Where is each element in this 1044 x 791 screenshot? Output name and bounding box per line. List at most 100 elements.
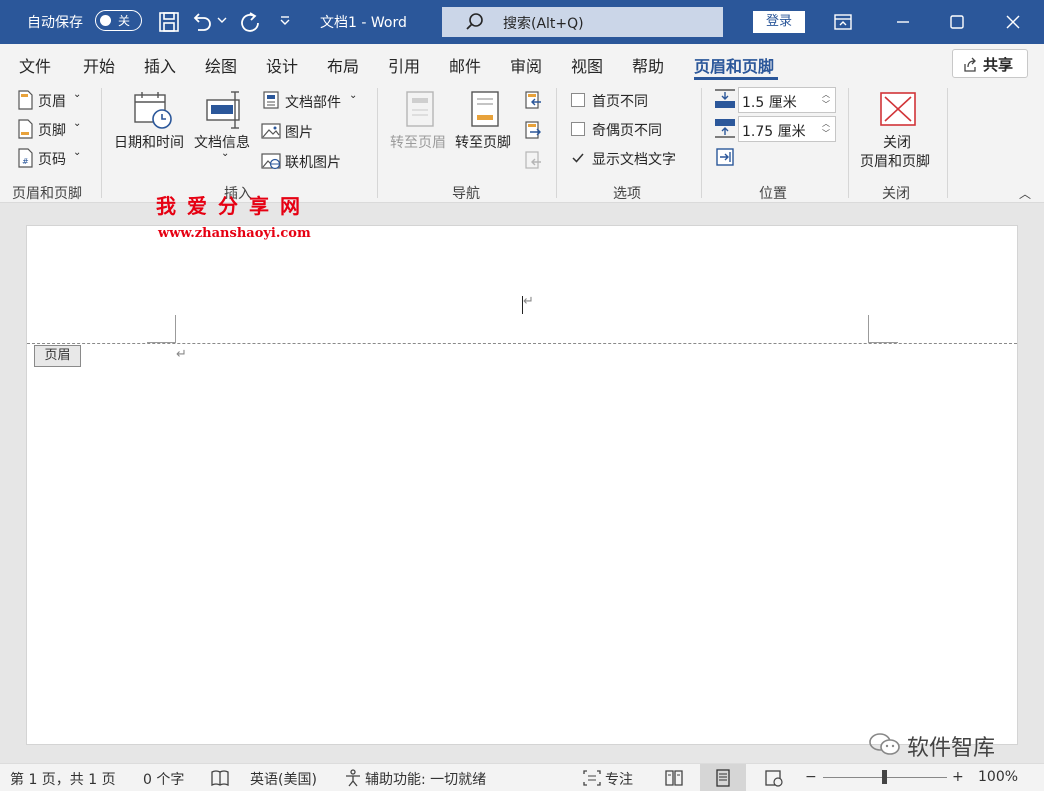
- autosave-toggle[interactable]: 关: [95, 10, 142, 31]
- tab-view[interactable]: 视图: [571, 53, 603, 77]
- tab-references[interactable]: 引用: [388, 53, 420, 77]
- tab-mailings[interactable]: 邮件: [449, 53, 481, 77]
- tab-design[interactable]: 设计: [266, 53, 298, 77]
- show-doc-text-label: 显示文档文字: [592, 152, 676, 168]
- share-button[interactable]: 共享: [952, 49, 1028, 78]
- group-label-close: 关闭: [882, 186, 910, 202]
- undo-dropdown-icon[interactable]: [216, 14, 228, 26]
- web-layout-icon[interactable]: [764, 769, 784, 787]
- header-position-input[interactable]: 1.5 厘米 ︿ ﹀: [738, 87, 836, 113]
- first-page-checkbox[interactable]: [571, 93, 585, 107]
- ribbon-display-icon[interactable]: [833, 12, 853, 32]
- online-picture-icon: [261, 153, 281, 170]
- calendar-clock-icon: [134, 92, 172, 129]
- zoom-out-button[interactable]: −: [805, 769, 817, 785]
- accessibility-status[interactable]: 辅助功能: 一切就绪: [365, 769, 486, 789]
- share-icon: [964, 57, 976, 72]
- group-label-position: 位置: [759, 186, 787, 202]
- zoom-level[interactable]: 100%: [978, 769, 1018, 785]
- login-button[interactable]: 登录: [753, 11, 805, 33]
- margin-corner-mark: [868, 315, 869, 343]
- maximize-icon[interactable]: [947, 12, 967, 32]
- footer-position-value: 1.75 厘米: [742, 124, 806, 140]
- undo-icon[interactable]: [190, 10, 214, 34]
- tab-review[interactable]: 审阅: [510, 53, 542, 77]
- paragraph-mark: ↵: [176, 347, 187, 362]
- watermark-title: 我爱分享网: [156, 194, 311, 218]
- header-icon: [18, 90, 33, 110]
- footer-label: 页脚: [38, 123, 66, 139]
- page-number-icon: #: [18, 148, 33, 168]
- check-icon[interactable]: [571, 151, 585, 165]
- close-icon: [880, 92, 916, 126]
- tab-layout[interactable]: 布局: [327, 53, 359, 77]
- focus-label[interactable]: 专注: [605, 769, 633, 789]
- first-page-label: 首页不同: [592, 94, 648, 110]
- tab-help[interactable]: 帮助: [632, 53, 664, 77]
- zoom-in-button[interactable]: +: [952, 769, 964, 785]
- alignment-tab-icon[interactable]: [715, 147, 735, 167]
- toggle-knob: [100, 14, 111, 26]
- next-section-icon[interactable]: [524, 120, 542, 140]
- svg-text:#: #: [22, 157, 29, 166]
- close-label-line2: 页眉和页脚: [860, 154, 930, 170]
- tab-draw[interactable]: 绘图: [205, 53, 237, 77]
- document-page[interactable]: ↵ 页眉 ↵: [26, 225, 1018, 745]
- chevron-down-icon: ⌄: [73, 118, 82, 129]
- tab-header-footer[interactable]: 页眉和页脚: [694, 53, 774, 77]
- accessibility-icon[interactable]: [344, 769, 362, 787]
- header-boundary-line: [27, 343, 1017, 344]
- footer-position-input[interactable]: 1.75 厘米 ︿ ﹀: [738, 116, 836, 142]
- close-window-icon[interactable]: [1003, 12, 1023, 32]
- search-box[interactable]: 搜索(Alt+Q): [442, 7, 723, 37]
- zoom-slider-thumb[interactable]: [882, 770, 887, 784]
- picture-label: 图片: [285, 125, 313, 141]
- spin-down-icon[interactable]: ﹀: [822, 128, 830, 139]
- redo-icon[interactable]: [238, 10, 262, 34]
- datetime-label: 日期和时间: [114, 135, 184, 151]
- tab-home[interactable]: 开始: [83, 53, 115, 77]
- search-placeholder: 搜索(Alt+Q): [503, 16, 584, 32]
- group-label-options: 选项: [613, 186, 641, 202]
- header-position-value: 1.5 厘米: [742, 95, 797, 111]
- document-area: ↵ 页眉 ↵: [0, 203, 1044, 763]
- collapse-ribbon-icon[interactable]: ︿: [1019, 185, 1031, 202]
- group-separator: [848, 88, 849, 198]
- document-info-icon: [206, 91, 240, 129]
- watermark-url: www.zhanshaoyi.com: [158, 226, 311, 241]
- focus-icon[interactable]: [582, 769, 602, 787]
- margin-corner-mark: [175, 315, 176, 343]
- autosave-label: 自动保存: [27, 15, 83, 31]
- save-icon[interactable]: [157, 10, 181, 34]
- status-bar: 第 1 页，共 1 页 0 个字 英语(美国) 辅助功能: 一切就绪 专注 − …: [0, 763, 1044, 791]
- read-mode-icon[interactable]: [664, 769, 684, 787]
- document-title: 文档1 - Word: [320, 15, 407, 31]
- share-label: 共享: [983, 56, 1014, 74]
- tab-file[interactable]: 文件: [19, 53, 51, 77]
- header-label: 页眉: [38, 94, 66, 110]
- print-layout-button[interactable]: [700, 764, 746, 791]
- overlay-text: 软件智库: [907, 736, 996, 761]
- close-label-line1: 关闭: [883, 135, 911, 151]
- customize-qat-icon[interactable]: [278, 14, 292, 28]
- footer-bottom-icon: [715, 119, 735, 138]
- header-top-icon: [715, 89, 735, 108]
- page-count[interactable]: 第 1 页，共 1 页: [10, 769, 116, 789]
- previous-section-icon[interactable]: [524, 90, 542, 110]
- word-count[interactable]: 0 个字: [143, 769, 184, 789]
- group-label-header-footer: 页眉和页脚: [12, 186, 82, 202]
- spin-down-icon[interactable]: ﹀: [822, 99, 830, 110]
- footer-icon: [18, 119, 33, 139]
- language[interactable]: 英语(美国): [250, 769, 317, 789]
- goto-footer-icon: [471, 91, 499, 127]
- ribbon: 页眉 ⌄ 页脚 ⌄ # 页码 ⌄ 页眉和页脚 日期和时间 文档信息 ⌄ 文档部件…: [0, 82, 1044, 203]
- chevron-down-icon: ⌄: [349, 90, 358, 101]
- group-separator: [947, 88, 948, 198]
- menu-bar: 文件 开始 插入 绘图 设计 布局 引用 邮件 审阅 视图 帮助 页眉和页脚 共…: [0, 44, 1044, 82]
- proofing-book-icon[interactable]: [210, 769, 230, 787]
- minimize-icon[interactable]: [893, 12, 913, 32]
- odd-even-checkbox[interactable]: [571, 122, 585, 136]
- autosave-state: 关: [118, 14, 131, 28]
- tab-insert[interactable]: 插入: [144, 53, 176, 77]
- odd-even-label: 奇偶页不同: [592, 123, 662, 139]
